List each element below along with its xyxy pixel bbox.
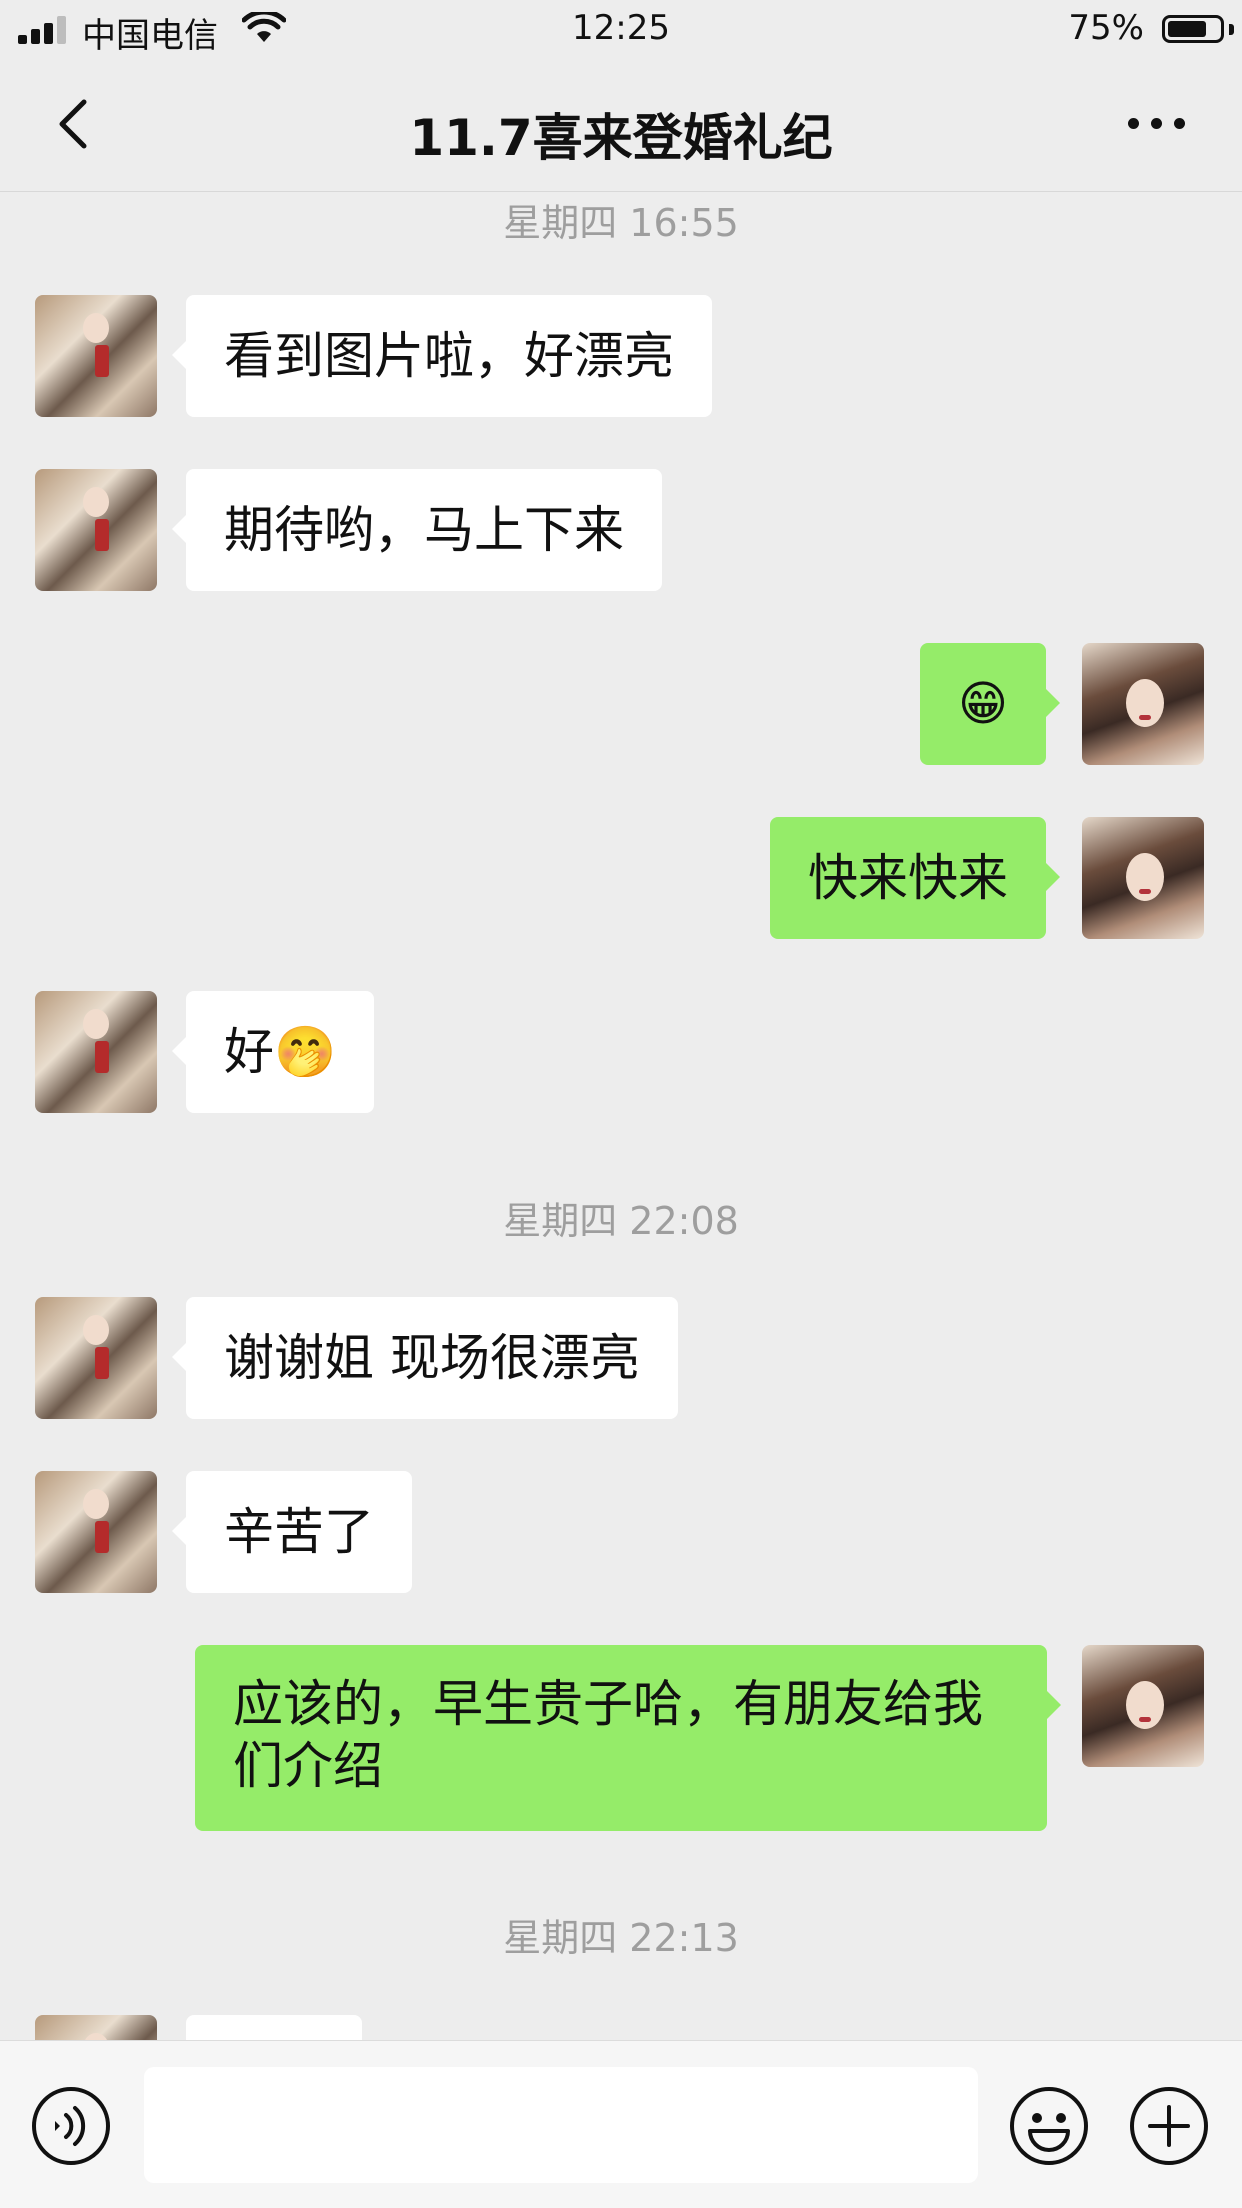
contact-avatar[interactable] xyxy=(35,991,157,1113)
message-input[interactable] xyxy=(144,2067,978,2183)
timestamp: 星期四 22:08 xyxy=(503,1199,739,1243)
battery-icon xyxy=(1162,15,1224,43)
timestamp: 星期四 22:13 xyxy=(503,1916,739,1960)
voice-icon[interactable] xyxy=(30,2085,112,2167)
emoji-icon[interactable] xyxy=(1008,2085,1090,2167)
status-time: 12:25 xyxy=(572,8,670,48)
message-bubble-received[interactable]: 期待哟，马上下来 xyxy=(172,469,662,591)
contact-avatar[interactable] xyxy=(35,1297,157,1419)
nav-bar: 11.7喜来登婚礼纪 xyxy=(0,58,1242,192)
message-bubble-received[interactable]: 好🤭 xyxy=(171,991,375,1113)
my-avatar[interactable] xyxy=(1082,1645,1204,1767)
message-bubble-received[interactable] xyxy=(186,2015,362,2040)
message-bubble-received[interactable]: 谢谢姐 现场很漂亮 xyxy=(172,1297,678,1419)
my-avatar[interactable] xyxy=(1082,817,1204,939)
timestamp: 星期四 16:55 xyxy=(503,201,739,245)
contact-avatar[interactable] xyxy=(35,2015,157,2040)
contact-avatar[interactable] xyxy=(35,469,157,591)
plus-icon[interactable] xyxy=(1128,2085,1210,2167)
message-bubble-received[interactable]: 辛苦了 xyxy=(172,1471,412,1593)
status-bar: 中国电信 12:25 75% xyxy=(0,0,1242,58)
message-bubble-sent[interactable]: 快来快来 xyxy=(770,817,1060,939)
message-bubble-sent[interactable]: 应该的，早生贵子哈，有朋友给我们介绍 xyxy=(195,1645,1061,1831)
more-dots-icon[interactable] xyxy=(1122,104,1192,144)
message-bubble-sent[interactable]: 😁 xyxy=(919,643,1061,765)
battery-percent: 75% xyxy=(1068,8,1144,48)
battery-tip xyxy=(1229,24,1234,35)
message-bubble-received[interactable]: 看到图片啦，好漂亮 xyxy=(172,295,712,417)
input-bar xyxy=(0,2040,1242,2208)
contact-avatar[interactable] xyxy=(35,295,157,417)
my-avatar[interactable] xyxy=(1082,643,1204,765)
chat-messages[interactable]: 星期四 16:55 看到图片啦，好漂亮 期待哟，马上下来 😁 快来快来 好🤭 星… xyxy=(0,192,1242,2040)
chat-title: 11.7喜来登婚礼纪 xyxy=(409,109,833,167)
contact-avatar[interactable] xyxy=(35,1471,157,1593)
